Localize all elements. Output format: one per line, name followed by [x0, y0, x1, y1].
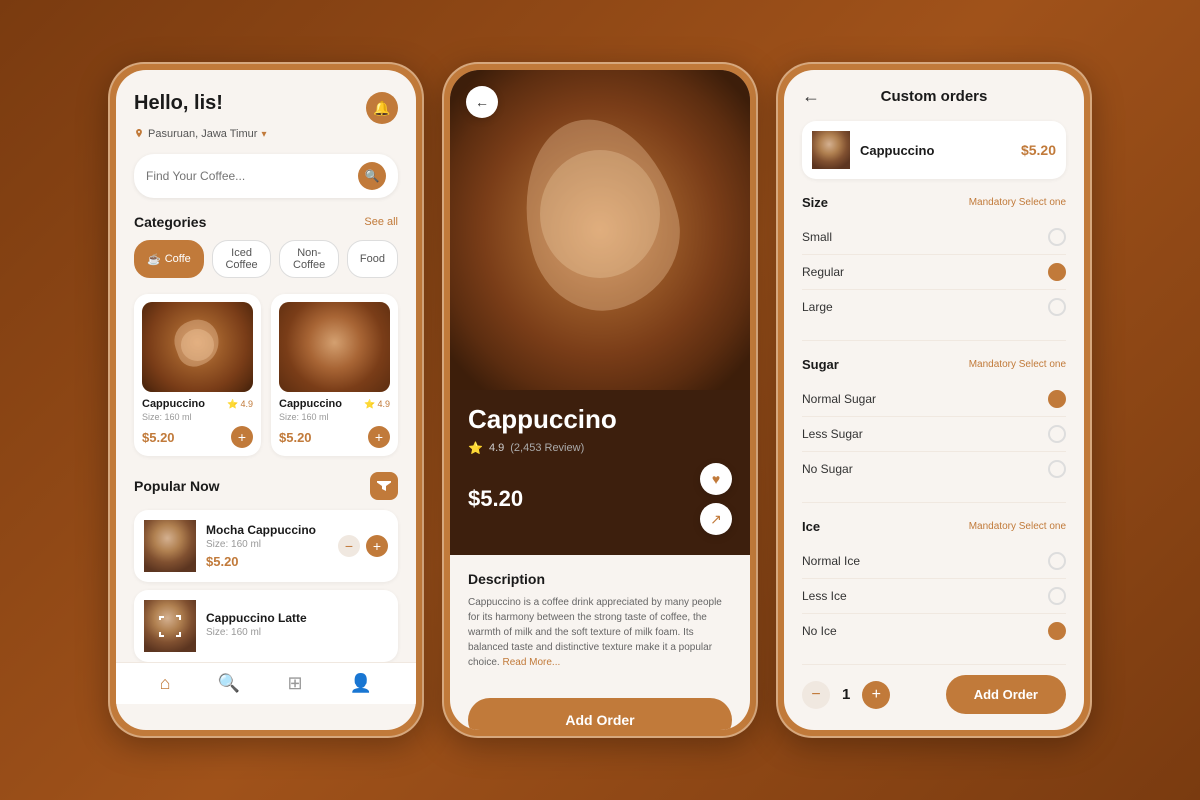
screen-home: Hello, lis! 🔔 Pasuruan, Jawa Timur ▾ 🔍 C…	[116, 70, 416, 730]
category-non-coffee[interactable]: Non-Coffee	[279, 240, 339, 278]
minus-popular-1-button[interactable]: −	[338, 535, 360, 557]
ice-no-radio[interactable]	[1048, 622, 1066, 640]
screen-detail: ← Cappuccino ⭐ 4.9 (2,453 Review) $5.20 …	[450, 70, 750, 730]
sugar-less-option[interactable]: Less Sugar	[802, 417, 1066, 452]
phone-frame-1: Hello, lis! 🔔 Pasuruan, Jawa Timur ▾ 🔍 C…	[108, 62, 424, 738]
size-small-option[interactable]: Small	[802, 220, 1066, 255]
size-large-option[interactable]: Large	[802, 290, 1066, 324]
add-order-button[interactable]: Add Order	[468, 698, 732, 730]
product-card-2: Cappuccino ⭐ 4.9 Size: 160 ml $5.20 +	[271, 294, 398, 456]
product-image-1	[142, 302, 253, 392]
divider-2	[802, 502, 1066, 503]
nav-home[interactable]: ⌂	[160, 673, 171, 694]
location-row[interactable]: Pasuruan, Jawa Timur ▾	[134, 128, 398, 140]
quantity-plus-button[interactable]: +	[862, 681, 890, 709]
size-large-radio[interactable]	[1048, 298, 1066, 316]
back-button[interactable]: ←	[466, 86, 498, 118]
location-icon	[134, 129, 144, 139]
sugar-no-radio[interactable]	[1048, 460, 1066, 478]
sugar-normal-option[interactable]: Normal Sugar	[802, 382, 1066, 417]
greeting-row: Hello, lis! 🔔	[134, 92, 398, 124]
scan-item: Cappuccino Latte Size: 160 ml	[134, 590, 398, 662]
ice-section: Ice Mandatory Select one Normal Ice Less…	[802, 519, 1066, 648]
star-icon: ⭐	[468, 441, 483, 455]
custom-back-button[interactable]: ←	[802, 86, 820, 107]
sugar-less-radio[interactable]	[1048, 425, 1066, 443]
divider-1	[802, 340, 1066, 341]
category-food[interactable]: Food	[347, 240, 398, 278]
phone-frame-2: ← Cappuccino ⭐ 4.9 (2,453 Review) $5.20 …	[442, 62, 758, 738]
share-button[interactable]: ↗	[700, 503, 732, 535]
quantity-display: 1	[842, 686, 850, 703]
category-iced-coffee[interactable]: Iced Coffee	[212, 240, 272, 278]
scan-icon	[159, 615, 181, 637]
category-coffee[interactable]: ☕ Coffe	[134, 240, 204, 278]
order-item-row: Cappuccino $5.20	[802, 121, 1066, 179]
size-small-radio[interactable]	[1048, 228, 1066, 246]
ice-normal-radio[interactable]	[1048, 552, 1066, 570]
phone-frame-3: ← Custom orders Cappuccino $5.20 Size Ma…	[776, 62, 1092, 738]
add-order-2-button[interactable]: Add Order	[946, 675, 1066, 714]
notification-button[interactable]: 🔔	[366, 92, 398, 124]
product-card-1: Cappuccino ⭐ 4.9 Size: 160 ml $5.20 +	[134, 294, 261, 456]
read-more-link[interactable]: Read More...	[502, 657, 560, 668]
sugar-section: Sugar Mandatory Select one Normal Sugar …	[802, 357, 1066, 486]
ice-no-option[interactable]: No Ice	[802, 614, 1066, 648]
popular-item-1: Mocha Cappuccino Size: 160 ml $5.20 − +	[134, 510, 398, 582]
quantity-row: − 1 + Add Order	[802, 664, 1066, 724]
ice-less-radio[interactable]	[1048, 587, 1066, 605]
popular-image-1	[144, 520, 196, 572]
bottom-navigation: ⌂ 🔍 ⊞ 👤	[116, 662, 416, 704]
custom-header: ← Custom orders	[802, 88, 1066, 105]
description-section: Description Cappuccino is a coffee drink…	[450, 555, 750, 686]
greeting-text: Hello, lis!	[134, 92, 223, 115]
scan-image	[144, 600, 196, 652]
coffee-detail-info: Cappuccino ⭐ 4.9 (2,453 Review) $5.20 ♥ …	[450, 388, 750, 555]
category-tabs: ☕ Coffe Iced Coffee Non-Coffee Food	[134, 240, 398, 278]
quantity-minus-button[interactable]: −	[802, 681, 830, 709]
filter-icon	[377, 479, 391, 493]
ice-normal-option[interactable]: Normal Ice	[802, 544, 1066, 579]
nav-search[interactable]: 🔍	[218, 673, 240, 694]
categories-header: Categories See all	[134, 214, 398, 230]
add-product-1-button[interactable]: +	[231, 426, 253, 448]
favorite-button[interactable]: ♥	[700, 463, 732, 495]
nav-scan[interactable]: ⊞	[288, 673, 303, 694]
products-grid: Cappuccino ⭐ 4.9 Size: 160 ml $5.20 + Ca…	[134, 294, 398, 456]
nav-profile[interactable]: 👤	[350, 673, 372, 694]
size-regular-radio[interactable]	[1048, 263, 1066, 281]
ice-less-option[interactable]: Less Ice	[802, 579, 1066, 614]
size-section: Size Mandatory Select one Small Regular …	[802, 195, 1066, 324]
order-item-image	[812, 131, 850, 169]
sugar-normal-radio[interactable]	[1048, 390, 1066, 408]
search-bar: 🔍	[134, 154, 398, 198]
sugar-no-option[interactable]: No Sugar	[802, 452, 1066, 486]
filter-button[interactable]	[370, 472, 398, 500]
add-product-2-button[interactable]: +	[368, 426, 390, 448]
add-popular-1-button[interactable]: +	[366, 535, 388, 557]
search-input[interactable]	[146, 169, 358, 183]
search-button[interactable]: 🔍	[358, 162, 386, 190]
coffee-hero-image: ←	[450, 70, 750, 390]
product-image-2	[279, 302, 390, 392]
size-regular-option[interactable]: Regular	[802, 255, 1066, 290]
popular-header: Popular Now	[134, 472, 398, 500]
screen-custom-order: ← Custom orders Cappuccino $5.20 Size Ma…	[784, 70, 1084, 730]
